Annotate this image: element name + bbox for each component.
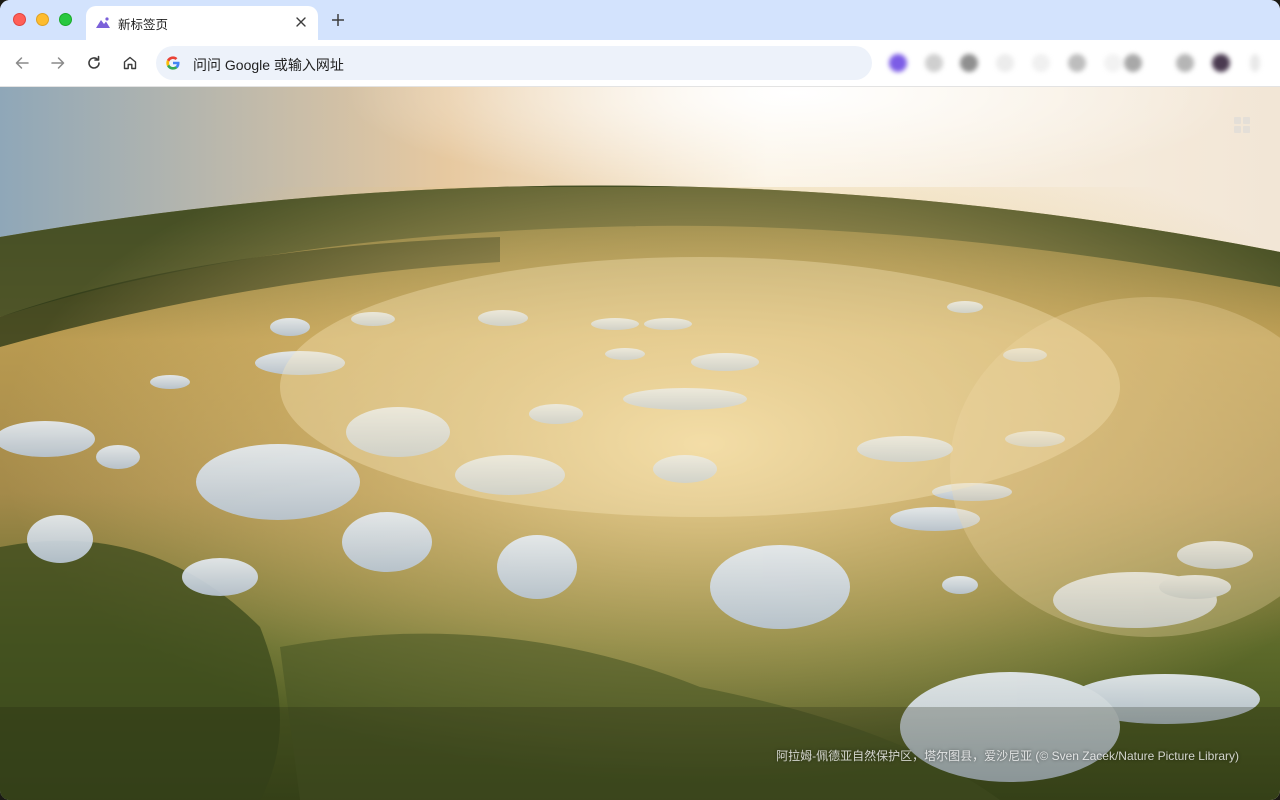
extension-icon[interactable] bbox=[1068, 54, 1086, 72]
extension-icon[interactable] bbox=[1032, 54, 1050, 72]
extension-icon[interactable] bbox=[889, 54, 907, 72]
back-arrow-icon bbox=[15, 57, 29, 69]
reload-button[interactable] bbox=[82, 51, 106, 75]
plus-icon bbox=[332, 14, 344, 26]
home-button[interactable] bbox=[118, 51, 142, 75]
minimize-window-button[interactable] bbox=[36, 13, 49, 26]
extension-icon[interactable] bbox=[925, 54, 943, 72]
tab-strip: 新标签页 bbox=[0, 0, 1280, 40]
browser-window: 新标签页 问问 Google 或输入网址 阿拉姆-佩德亚自然保护区，塔尔图县，爱… bbox=[0, 0, 1280, 800]
extension-icon[interactable] bbox=[960, 54, 978, 72]
home-icon bbox=[123, 56, 137, 70]
new-tab-button[interactable] bbox=[328, 10, 348, 30]
extension-icon[interactable] bbox=[1104, 54, 1122, 72]
extension-icon[interactable] bbox=[996, 54, 1014, 72]
reload-icon bbox=[88, 55, 100, 69]
address-bar[interactable]: 问问 Google 或输入网址 bbox=[156, 46, 872, 80]
toolbar: 问问 Google 或输入网址 bbox=[0, 40, 1280, 87]
menu-icon[interactable] bbox=[1250, 54, 1260, 72]
close-window-button[interactable] bbox=[13, 13, 26, 26]
profile-avatar[interactable] bbox=[1212, 54, 1230, 72]
zoom-window-button[interactable] bbox=[59, 13, 72, 26]
close-icon[interactable] bbox=[292, 13, 310, 31]
background-credit[interactable]: 阿拉姆-佩德亚自然保护区，塔尔图县，爱沙尼亚 (© Sven Zacek/Nat… bbox=[776, 747, 1239, 764]
tab-title: 新标签页 bbox=[118, 18, 169, 32]
forward-button[interactable] bbox=[46, 51, 70, 75]
apps-grid-icon[interactable] bbox=[1234, 117, 1250, 133]
google-g-icon bbox=[166, 56, 180, 70]
mountain-icon bbox=[96, 17, 110, 28]
omnibox-placeholder: 问问 Google 或输入网址 bbox=[193, 57, 344, 73]
extension-icon[interactable] bbox=[1124, 54, 1142, 72]
background-image bbox=[0, 87, 1280, 800]
extension-icon[interactable] bbox=[1176, 54, 1194, 72]
back-button[interactable] bbox=[10, 51, 34, 75]
forward-arrow-icon bbox=[51, 57, 65, 69]
new-tab-page: 阿拉姆-佩德亚自然保护区，塔尔图县，爱沙尼亚 (© Sven Zacek/Nat… bbox=[0, 87, 1280, 800]
tab-new-tab[interactable]: 新标签页 bbox=[86, 6, 318, 40]
